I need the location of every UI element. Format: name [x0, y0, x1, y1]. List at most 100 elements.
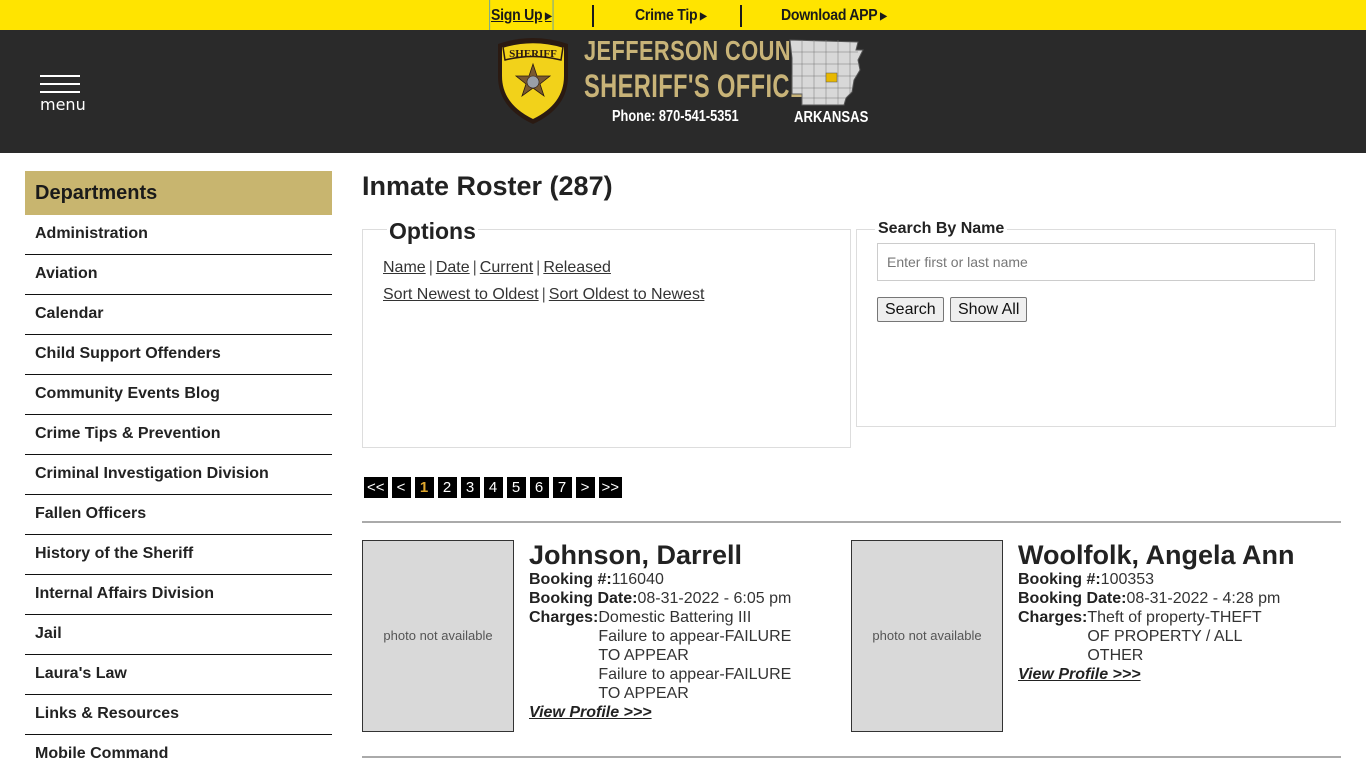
sidebar-item-mobile-command[interactable]: Mobile Command: [25, 735, 332, 768]
caret-right-icon: ▶: [544, 11, 552, 22]
title-line-1: JEFFERSON COUNTY: [584, 35, 820, 66]
download-app-link[interactable]: Download APP ▶: [781, 0, 887, 30]
view-profile-link[interactable]: View Profile >>>: [1018, 665, 1141, 684]
separator: |: [472, 259, 477, 276]
sidebar-item-calendar[interactable]: Calendar: [25, 295, 332, 335]
charge-item: Failure to appear-FAILURE TO APPEAR: [598, 666, 792, 702]
sidebar-item-fallen-officers[interactable]: Fallen Officers: [25, 495, 332, 535]
sidebar-item-administration[interactable]: Administration: [25, 215, 332, 255]
charge-item: Domestic Battering III: [598, 609, 752, 626]
crime-tip-link[interactable]: Crime Tip ▶: [635, 0, 707, 30]
page-title: Inmate Roster (287): [362, 171, 613, 201]
download-app-label: Download APP: [781, 7, 878, 24]
inmate-card: photo not available Johnson, Darrell Boo…: [362, 540, 842, 732]
filter-released-link[interactable]: Released: [543, 259, 611, 276]
top-utility-bar: Sign Up ▶ Crime Tip ▶ Download APP ▶: [0, 0, 1366, 32]
inmate-photo-placeholder[interactable]: photo not available: [362, 540, 514, 732]
sidebar-item-history-of-the-sheriff[interactable]: History of the Sheriff: [25, 535, 332, 575]
inmate-card: photo not available Woolfolk, Angela Ann…: [851, 540, 1331, 732]
separator: |: [541, 286, 546, 303]
first-page-button[interactable]: <<: [364, 477, 388, 498]
title-line-2: SHERIFF'S OFFICE: [584, 68, 807, 104]
sidebar-item-crime-tips-prevention[interactable]: Crime Tips & Prevention: [25, 415, 332, 455]
search-legend: Search By Name: [875, 220, 1008, 238]
sidebar-item-community-events-blog[interactable]: Community Events Blog: [25, 375, 332, 415]
charges: Charges: Domestic Battering III Failure …: [529, 608, 839, 703]
booking-number: Booking #:116040: [529, 570, 839, 589]
phone-number: Phone: 870-541-5351: [612, 108, 739, 125]
next-page-button[interactable]: >: [575, 477, 595, 498]
inmate-name[interactable]: Johnson, Darrell: [529, 540, 839, 570]
sign-up-label: Sign Up: [491, 7, 543, 24]
page-2-button[interactable]: 2: [437, 477, 457, 498]
booking-date-label: Booking Date:: [529, 590, 638, 607]
view-profile-link[interactable]: View Profile >>>: [529, 703, 652, 722]
show-all-button[interactable]: Show All: [950, 297, 1028, 322]
caret-right-icon: ▶: [880, 11, 887, 22]
sign-up-link[interactable]: Sign Up ▶: [489, 0, 554, 32]
sidebar-item-criminal-investigation-division[interactable]: Criminal Investigation Division: [25, 455, 332, 495]
charges-list: Theft of property-THEFT OF PROPERTY / AL…: [1087, 608, 1287, 665]
booking-number-label: Booking #:: [1018, 571, 1101, 588]
site-header: menu SHERIFF JEFFERSON COUNTY SHERIFF'S …: [0, 30, 1366, 153]
booking-number: Booking #:100353: [1018, 570, 1328, 589]
page-4-button[interactable]: 4: [483, 477, 503, 498]
options-legend: Options: [387, 218, 478, 245]
booking-number-value: 116040: [611, 571, 664, 588]
state-label: ARKANSAS: [794, 109, 869, 126]
filter-links: Name | Date | Current | Released: [383, 259, 611, 277]
departments-sidebar: Departments Administration Aviation Cale…: [25, 171, 332, 768]
booking-date-label: Booking Date:: [1018, 590, 1127, 607]
filter-name-link[interactable]: Name: [383, 259, 426, 276]
separator: |: [536, 259, 541, 276]
sidebar-item-lauras-law[interactable]: Laura's Law: [25, 655, 332, 695]
charges: Charges: Theft of property-THEFT OF PROP…: [1018, 608, 1328, 665]
booking-date-value: 08-31-2022 - 4:28 pm: [1126, 590, 1281, 607]
divider: [362, 521, 1341, 523]
page-3-button[interactable]: 3: [460, 477, 480, 498]
sidebar-item-jail[interactable]: Jail: [25, 615, 332, 655]
page-7-button[interactable]: 7: [552, 477, 572, 498]
options-panel: Options Name | Date | Current | Released Sort …: [362, 218, 851, 448]
inmate-info: Johnson, Darrell Booking #:116040 Bookin…: [529, 540, 839, 722]
sidebar-item-links-resources[interactable]: Links & Resources: [25, 695, 332, 735]
sidebar-item-aviation[interactable]: Aviation: [25, 255, 332, 295]
crime-tip-label: Crime Tip: [635, 7, 698, 24]
hamburger-icon-bar: [40, 83, 80, 85]
booking-number-label: Booking #:: [529, 571, 612, 588]
sheriff-badge-logo[interactable]: SHERIFF: [494, 36, 572, 126]
hamburger-icon: [40, 75, 80, 77]
name-search-input[interactable]: [877, 243, 1315, 281]
sidebar-item-child-support-offenders[interactable]: Child Support Offenders: [25, 335, 332, 375]
sidebar-item-internal-affairs-division[interactable]: Internal Affairs Division: [25, 575, 332, 615]
page-6-button[interactable]: 6: [529, 477, 549, 498]
divider: [740, 5, 742, 27]
page-5-button[interactable]: 5: [506, 477, 526, 498]
sort-links: Sort Newest to Oldest | Sort Oldest to New…: [383, 286, 704, 304]
caret-right-icon: ▶: [699, 11, 707, 22]
booking-date-value: 08-31-2022 - 6:05 pm: [637, 590, 792, 607]
search-button[interactable]: Search: [877, 297, 944, 322]
sidebar-title: Departments: [25, 171, 332, 215]
sort-oldest-link[interactable]: Sort Oldest to Newest: [549, 286, 705, 303]
sort-newest-link[interactable]: Sort Newest to Oldest: [383, 286, 539, 303]
page-1-button[interactable]: 1: [414, 477, 434, 498]
search-panel: Search By Name Search Show All: [856, 220, 1336, 427]
hamburger-icon-bar: [40, 91, 80, 93]
filter-current-link[interactable]: Current: [480, 259, 533, 276]
inmate-name[interactable]: Woolfolk, Angela Ann: [1018, 540, 1328, 570]
filter-date-link[interactable]: Date: [436, 259, 470, 276]
last-page-button[interactable]: >>: [598, 477, 623, 498]
charges-list: Domestic Battering III Failure to appear…: [598, 608, 810, 703]
divider: [592, 5, 594, 27]
inmate-photo-placeholder[interactable]: photo not available: [851, 540, 1003, 732]
charge-item: Theft of property-THEFT OF PROPERTY / AL…: [1087, 609, 1262, 664]
booking-number-value: 100353: [1100, 571, 1155, 588]
charges-label: Charges:: [1018, 609, 1088, 626]
charge-item: Failure to appear-FAILURE TO APPEAR: [598, 628, 792, 664]
separator: |: [428, 259, 433, 276]
divider: [362, 756, 1341, 758]
menu-button[interactable]: menu: [38, 75, 86, 115]
prev-page-button[interactable]: <: [391, 477, 411, 498]
charges-label: Charges:: [529, 609, 599, 626]
